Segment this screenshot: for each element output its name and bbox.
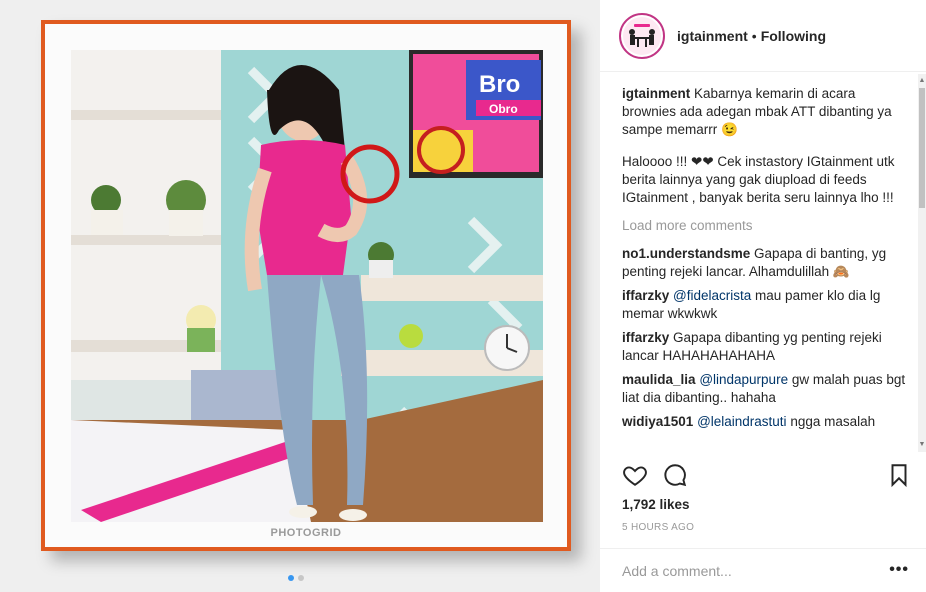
photo-frame: Bro Obro PHOTOGRID bbox=[41, 20, 571, 551]
comment-mention[interactable]: @lelaindrastuti bbox=[697, 414, 787, 429]
caption-username[interactable]: igtainment bbox=[622, 86, 690, 101]
following-button[interactable]: Following bbox=[761, 28, 826, 44]
carousel-dot-1[interactable] bbox=[288, 575, 294, 581]
post-timestamp: 5 HOURS AGO bbox=[622, 522, 695, 533]
photo-illustration: Bro Obro bbox=[71, 50, 543, 522]
avatar-icon bbox=[625, 18, 659, 53]
carousel-dot-2[interactable] bbox=[298, 575, 304, 581]
load-more-comments[interactable]: Load more comments bbox=[622, 217, 912, 235]
header-text: igtainment • Following bbox=[677, 28, 826, 44]
post-photo[interactable]: Bro Obro bbox=[71, 50, 543, 522]
comments-list[interactable]: igtainment Kabarnya kemarin di acara bro… bbox=[622, 85, 912, 450]
caption-text-2: Haloooo !!! ❤❤ Cek instastory IGtainment… bbox=[622, 154, 895, 205]
comment-item: iffarzky @fidelacrista mau pamer klo dia… bbox=[622, 287, 912, 323]
add-comment-bar: ••• bbox=[600, 548, 926, 592]
scroll-down-icon[interactable]: ▼ bbox=[918, 440, 926, 450]
add-comment-input[interactable] bbox=[622, 561, 872, 581]
avatar[interactable] bbox=[619, 12, 665, 59]
tv-sign-subtext: Obro bbox=[489, 102, 518, 116]
post-header: igtainment • Following bbox=[600, 0, 926, 72]
action-bar bbox=[622, 462, 914, 490]
scroll-up-icon[interactable]: ▲ bbox=[918, 76, 926, 86]
post-sidebar: igtainment • Following igtainment Kabarnya… bbox=[599, 0, 926, 592]
carousel-dots bbox=[288, 575, 304, 581]
header-username[interactable]: igtainment bbox=[677, 28, 748, 44]
heart-icon[interactable] bbox=[622, 462, 648, 488]
photogrid-watermark: PHOTOGRID bbox=[270, 527, 342, 539]
post-media[interactable]: Bro Obro PHOTOGRID bbox=[0, 0, 599, 592]
more-options-icon[interactable]: ••• bbox=[889, 561, 909, 579]
comment-mention[interactable]: @fidelacrista bbox=[673, 288, 751, 303]
comment-username[interactable]: iffarzky bbox=[622, 288, 669, 303]
scroll-thumb[interactable] bbox=[919, 88, 925, 208]
comment-username[interactable]: widiya1501 bbox=[622, 414, 693, 429]
caption: igtainment Kabarnya kemarin di acara bro… bbox=[622, 85, 912, 207]
comment-item: iffarzky Gapapa dibanting yg penting rej… bbox=[622, 329, 912, 365]
comment-item: maulida_lia @lindapurpure gw malah puas … bbox=[622, 371, 912, 407]
comment-item: widiya1501 @lelaindrastuti ngga masalah bbox=[622, 413, 912, 431]
tv-sign-text: Bro bbox=[479, 71, 520, 98]
comments-scrollbar[interactable]: ▲ ▼ bbox=[918, 74, 926, 452]
comment-username[interactable]: maulida_lia bbox=[622, 372, 696, 387]
likes-count[interactable]: 1,792 likes bbox=[622, 497, 690, 512]
comment-username[interactable]: no1.understandsme bbox=[622, 246, 750, 261]
bookmark-icon[interactable] bbox=[886, 462, 912, 488]
comment-mention[interactable]: @lindapurpure bbox=[699, 372, 788, 387]
comment-item: no1.understandsme Gapapa di banting, yg … bbox=[622, 245, 912, 281]
comment-username[interactable]: iffarzky bbox=[622, 330, 669, 345]
header-separator: • bbox=[751, 27, 757, 44]
comment-icon[interactable] bbox=[662, 462, 688, 488]
comment-text: ngga masalah bbox=[790, 414, 876, 429]
